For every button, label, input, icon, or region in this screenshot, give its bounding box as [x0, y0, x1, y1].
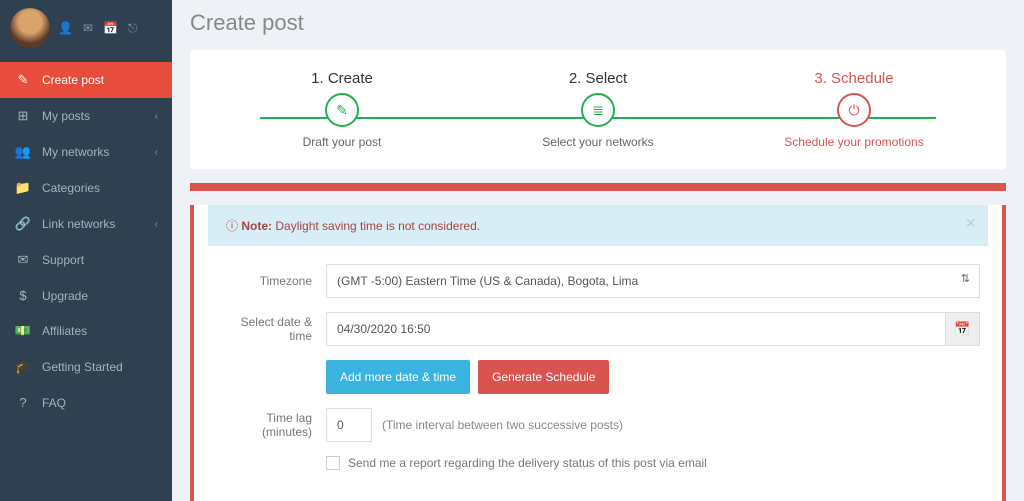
datetime-label: Select date & time — [216, 315, 326, 343]
chevron-left-icon: ‹ — [155, 111, 158, 122]
time-lag-label: Time lag (minutes) — [216, 411, 326, 439]
folder-icon: 📁 — [14, 180, 32, 196]
main: Create post 1. Create ✎ Draft your post … — [172, 0, 1024, 501]
sidebar-item-getting-started[interactable]: 🎓 Getting Started — [0, 349, 172, 385]
datetime-input[interactable] — [326, 312, 946, 346]
step-select[interactable]: 2. Select ≣ Select your networks — [470, 70, 726, 149]
note-text: Daylight saving time is not considered. — [272, 219, 480, 233]
money-icon: 💵 — [14, 323, 32, 339]
mail-icon[interactable]: ✉ — [83, 21, 93, 36]
email-report-label: Send me a report regarding the delivery … — [348, 456, 707, 470]
sidebar-item-create-post[interactable]: ✎ Create post — [0, 62, 172, 98]
step-subtitle: Draft your post — [214, 135, 470, 149]
sidebar-item-label: Link networks — [42, 217, 115, 231]
step-create[interactable]: 1. Create ✎ Draft your post — [214, 70, 470, 149]
highlight-bar — [190, 183, 1006, 191]
email-report-checkbox[interactable]: Send me a report regarding the delivery … — [326, 456, 980, 470]
sidebar-item-label: Support — [42, 253, 84, 267]
sidebar-item-categories[interactable]: 📁 Categories — [0, 170, 172, 206]
add-more-datetime-button[interactable]: Add more date & time — [326, 360, 470, 394]
sidebar-item-affiliates[interactable]: 💵 Affiliates — [0, 313, 172, 349]
chevron-left-icon: ‹ — [155, 219, 158, 230]
logout-icon[interactable]: ⎋ — [128, 21, 138, 36]
sidebar: 👤 ✉ 📅 ⎋ ✎ Create post ⊞ My posts ‹ 👥 My netw… — [0, 0, 172, 501]
chevron-left-icon: ‹ — [155, 147, 158, 158]
checkbox-icon — [326, 456, 340, 470]
avatar[interactable] — [10, 8, 50, 48]
step-schedule[interactable]: 3. Schedule ⏻ Schedule your promotions — [726, 70, 982, 149]
user-icon[interactable]: 👤 — [58, 21, 73, 36]
envelope-icon: ✉ — [14, 252, 32, 268]
pencil-icon: ✎ — [325, 93, 359, 127]
graduation-icon: 🎓 — [14, 359, 32, 375]
link-icon: 🔗 — [14, 216, 32, 232]
sidebar-item-label: Create post — [42, 73, 104, 87]
sidebar-item-label: Getting Started — [42, 360, 123, 374]
step-number: 1. Create — [214, 70, 470, 87]
grid-icon: ⊞ — [14, 108, 32, 124]
networks-icon: 👥 — [14, 144, 32, 160]
calendar-button[interactable]: 📅 — [946, 312, 980, 346]
sidebar-item-faq[interactable]: ? FAQ — [0, 385, 172, 420]
sidebar-item-my-networks[interactable]: 👥 My networks ‹ — [0, 134, 172, 170]
schedule-panel: ⓘ Note: Daylight saving time is not cons… — [190, 205, 1006, 501]
generate-schedule-button[interactable]: Generate Schedule — [478, 360, 609, 394]
sidebar-item-label: Upgrade — [42, 289, 88, 303]
sidebar-item-my-posts[interactable]: ⊞ My posts ‹ — [0, 98, 172, 134]
nav: ✎ Create post ⊞ My posts ‹ 👥 My networks ‹ 📁 C… — [0, 62, 172, 420]
question-icon: ? — [14, 395, 32, 410]
sidebar-header: 👤 ✉ 📅 ⎋ — [0, 0, 172, 56]
sidebar-item-label: Affiliates — [42, 324, 87, 338]
info-icon: ⓘ — [226, 219, 241, 233]
stepper: 1. Create ✎ Draft your post 2. Select ≣ … — [214, 70, 982, 149]
calendar-icon[interactable]: 📅 — [103, 21, 118, 36]
sidebar-item-upgrade[interactable]: $ Upgrade — [0, 278, 172, 313]
time-lag-input[interactable] — [326, 408, 372, 442]
calendar-icon: 📅 — [954, 321, 970, 337]
sidebar-item-support[interactable]: ✉ Support — [0, 242, 172, 278]
sidebar-item-label: FAQ — [42, 396, 66, 410]
power-icon: ⏻ — [837, 93, 871, 127]
note-alert: ⓘ Note: Daylight saving time is not cons… — [208, 205, 988, 246]
sidebar-item-label: Categories — [42, 181, 100, 195]
sidebar-item-label: My posts — [42, 109, 90, 123]
pencil-icon: ✎ — [14, 72, 32, 88]
step-subtitle: Select your networks — [470, 135, 726, 149]
step-subtitle: Schedule your promotions — [726, 135, 982, 149]
steps-card: 1. Create ✎ Draft your post 2. Select ≣ … — [190, 50, 1006, 169]
sidebar-item-link-networks[interactable]: 🔗 Link networks ‹ — [0, 206, 172, 242]
page-title: Create post — [190, 0, 1006, 50]
list-icon: ≣ — [581, 93, 615, 127]
timezone-select[interactable]: (GMT -5:00) Eastern Time (US & Canada), … — [326, 264, 980, 298]
dollar-icon: $ — [14, 288, 32, 303]
close-icon[interactable]: × — [965, 213, 976, 234]
step-number: 3. Schedule — [726, 70, 982, 87]
sidebar-item-label: My networks — [42, 145, 109, 159]
timezone-label: Timezone — [216, 274, 326, 288]
time-lag-hint: (Time interval between two successive po… — [382, 418, 623, 432]
note-prefix: Note: — [241, 219, 272, 233]
step-number: 2. Select — [470, 70, 726, 87]
